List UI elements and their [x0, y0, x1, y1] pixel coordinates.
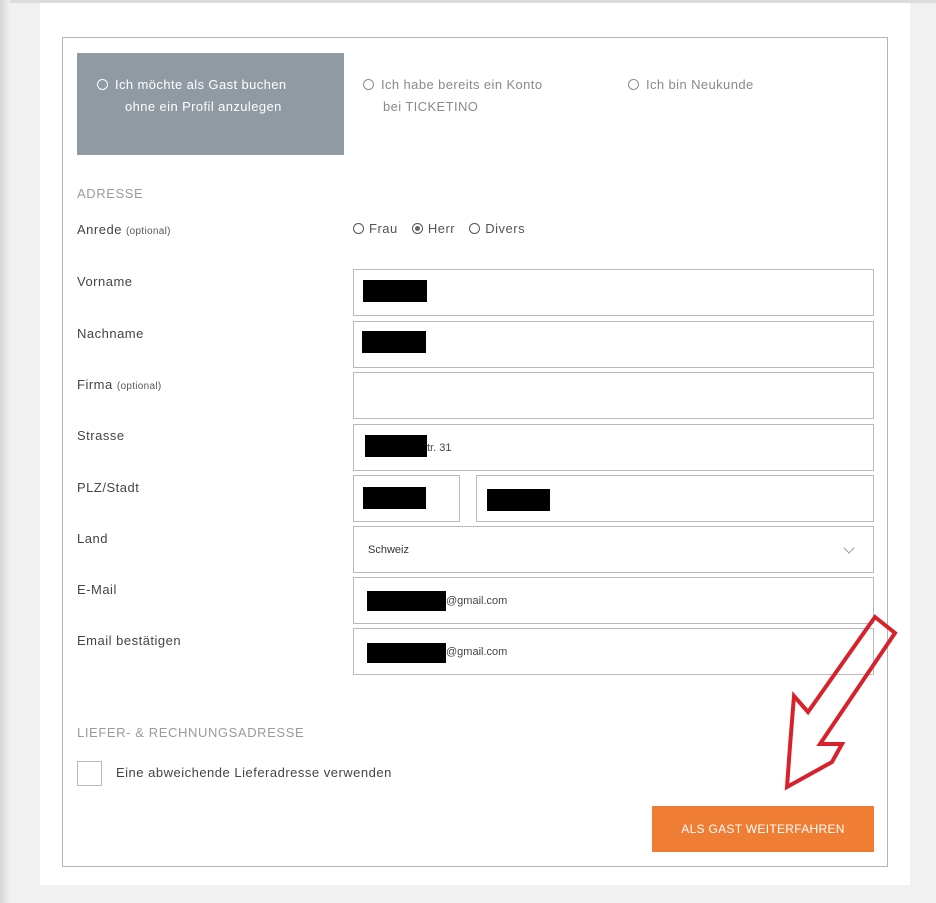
salutation-optional: (optional)	[126, 226, 171, 237]
radio-frau[interactable]	[353, 223, 364, 235]
salutation-label: Anrede (optional)	[77, 222, 171, 237]
country-label: Land	[77, 531, 108, 546]
country-select-value: Schweiz	[368, 543, 409, 556]
salutation-divers[interactable]: Divers	[469, 219, 525, 239]
redacted-email-confirm	[367, 643, 446, 663]
email-confirm-label: Email bestätigen	[77, 633, 182, 648]
chevron-down-icon	[843, 542, 855, 554]
firstname-label: Vorname	[77, 274, 133, 289]
radio-existing-account[interactable]	[363, 79, 374, 91]
salutation-divers-label: Divers	[485, 221, 526, 236]
option-existing-account[interactable]: Ich habe bereits ein Konto bei TICKETINO	[363, 74, 542, 118]
option-guest-line1: Ich möchte als Gast buchen	[115, 77, 287, 92]
annotation-arrow-icon	[784, 614, 898, 791]
lastname-input[interactable]	[353, 321, 874, 368]
email-value: @gmail.com	[446, 594, 508, 607]
salutation-options: Frau Herr Divers	[353, 219, 535, 239]
salutation-label-text: Anrede	[77, 222, 122, 237]
radio-guest[interactable]	[97, 79, 108, 91]
salutation-herr[interactable]: Herr	[411, 219, 456, 239]
redacted-firstname	[363, 280, 427, 302]
company-optional: (optional)	[116, 381, 162, 392]
salutation-frau-label: Frau	[369, 221, 398, 236]
country-select[interactable]: Schweiz	[353, 526, 874, 573]
different-address-checkbox[interactable]	[77, 761, 102, 786]
street-input[interactable]: tr. 31	[353, 424, 874, 471]
address-section-title: ADRESSE	[77, 186, 144, 201]
street-value: tr. 31	[427, 441, 452, 454]
window-left-shadow	[0, 0, 10, 903]
zip-city-label: PLZ/Stadt	[77, 480, 140, 495]
different-address-label[interactable]: Eine abweichende Lieferadresse verwenden	[116, 765, 392, 780]
company-input[interactable]	[353, 372, 874, 419]
email-label: E-Mail	[77, 582, 117, 597]
email-confirm-value: @gmail.com	[446, 645, 508, 658]
company-label-text: Firma	[77, 377, 113, 392]
redacted-street	[365, 435, 427, 457]
redacted-lastname	[362, 331, 426, 353]
city-input[interactable]	[476, 475, 874, 522]
lastname-label: Nachname	[77, 326, 144, 341]
option-existing-line1: Ich habe bereits ein Konto	[381, 77, 543, 92]
annotation-arrow-shape	[784, 614, 898, 791]
street-label: Strasse	[77, 428, 125, 443]
radio-divers[interactable]	[469, 223, 481, 235]
radio-new-customer[interactable]	[628, 79, 639, 91]
salutation-herr-label: Herr	[427, 221, 456, 236]
redacted-zip	[363, 487, 426, 509]
radio-herr[interactable]	[411, 223, 423, 235]
company-label: Firma (optional)	[77, 377, 162, 392]
option-new-customer[interactable]: Ich bin Neukunde	[628, 74, 754, 96]
redacted-city	[487, 489, 550, 511]
continue-as-guest-button[interactable]: ALS GAST WEITERFAHREN	[652, 806, 874, 852]
salutation-frau[interactable]: Frau	[353, 219, 398, 239]
zip-input[interactable]	[353, 475, 460, 522]
option-new-line1: Ich bin Neukunde	[646, 77, 754, 92]
firstname-input[interactable]	[353, 269, 874, 316]
redacted-email	[367, 591, 446, 611]
delivery-section-title: LIEFER- & RECHNUNGSADRESSE	[77, 725, 305, 740]
option-guest[interactable]: Ich möchte als Gast buchen ohne ein Prof…	[77, 53, 344, 155]
option-existing-line2: bei TICKETINO	[383, 99, 479, 114]
option-guest-line2: ohne ein Profil anzulegen	[125, 99, 282, 114]
